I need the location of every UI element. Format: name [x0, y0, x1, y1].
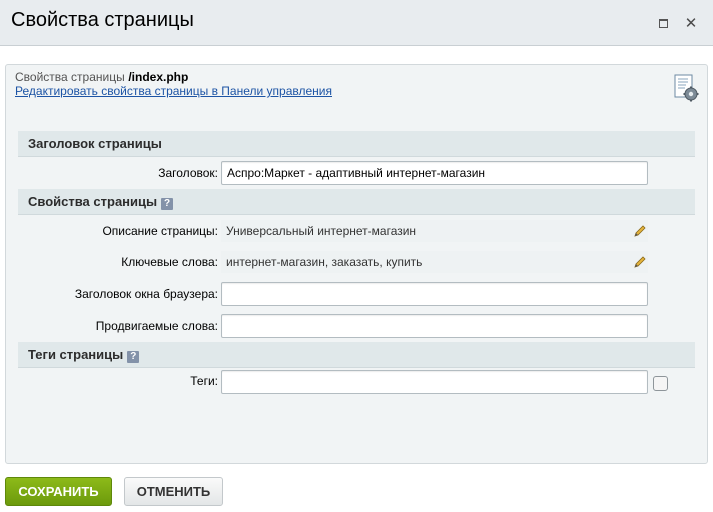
dialog-content: Свойства страницы /index.php Редактирова…: [5, 64, 708, 464]
pencil-edit-icon[interactable]: [632, 254, 648, 270]
description-label: Описание страницы:: [102, 224, 218, 238]
page-settings-icon: [674, 74, 699, 102]
page-path: /index.php: [128, 70, 189, 84]
title-label: Заголовок:: [158, 166, 218, 180]
section-title: Свойства страницы?: [28, 194, 174, 210]
save-button[interactable]: СОХРАНИТЬ: [5, 477, 112, 506]
promoted-words-label: Продвигаемые слова:: [95, 319, 218, 333]
keywords-value-field[interactable]: интернет-магазин, заказать, купить: [221, 251, 648, 273]
edit-in-control-panel-link[interactable]: Редактировать свойства страницы в Панели…: [15, 84, 332, 98]
keywords-label: Ключевые слова:: [121, 255, 218, 269]
browser-title-label: Заголовок окна браузера:: [74, 287, 218, 301]
maximize-icon: [658, 18, 668, 28]
page-props-label: Свойства страницы: [15, 70, 125, 84]
keywords-value: интернет-магазин, заказать, купить: [226, 255, 423, 269]
section-title: Заголовок страницы: [28, 136, 162, 151]
pencil-edit-icon[interactable]: [632, 223, 648, 239]
section-page-props: Свойства страницы?: [18, 189, 695, 215]
page-info: Свойства страницы /index.php Редактирова…: [15, 70, 332, 98]
section-title-text: Теги страницы: [28, 347, 124, 362]
title-input[interactable]: [221, 161, 648, 185]
section-title-text: Свойства страницы: [28, 194, 158, 209]
cancel-button[interactable]: ОТМЕНИТЬ: [124, 477, 223, 506]
dialog-title: Свойства страницы: [11, 9, 194, 31]
dialog-titlebar: Свойства страницы ✕: [0, 0, 713, 46]
close-icon: ✕: [684, 15, 698, 32]
description-value: Универсальный интернет-магазин: [226, 224, 417, 238]
maximize-button[interactable]: [653, 13, 673, 33]
tags-checkbox[interactable]: [653, 376, 668, 391]
section-page-title: Заголовок страницы: [18, 131, 695, 157]
browser-title-input[interactable]: [221, 282, 648, 306]
section-title: Теги страницы?: [28, 347, 140, 363]
description-value-field[interactable]: Универсальный интернет-магазин: [221, 220, 648, 242]
help-icon[interactable]: ?: [161, 198, 174, 210]
section-page-tags: Теги страницы?: [18, 342, 695, 368]
close-button[interactable]: ✕: [681, 13, 701, 33]
help-icon[interactable]: ?: [127, 351, 140, 363]
promoted-words-input[interactable]: [221, 314, 648, 338]
tags-input[interactable]: [221, 370, 648, 394]
tags-label: Теги:: [190, 374, 218, 388]
